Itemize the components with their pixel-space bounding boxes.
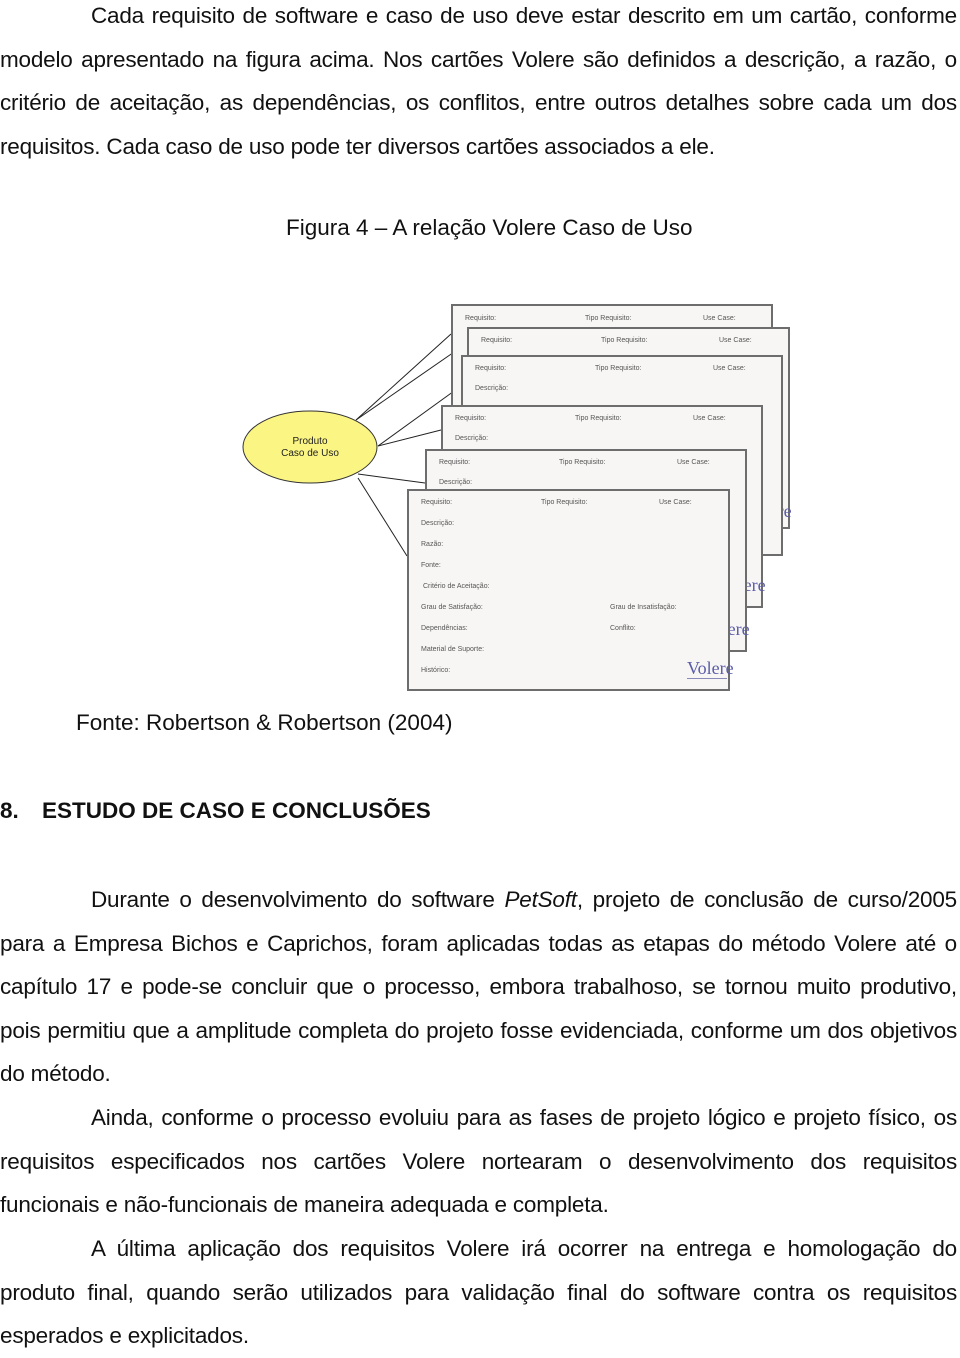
card-field-use-case: Use Case: [713, 365, 746, 372]
card-field-fonte: Fonte: [421, 562, 441, 569]
card-field-use-case: Use Case: [677, 459, 710, 466]
connector-line [355, 333, 452, 421]
connector-line [357, 473, 426, 484]
card-field-tipo: Tipo Requisito: [541, 499, 588, 506]
card-field-tipo: Tipo Requisito: [595, 365, 642, 372]
card-field-requisito: Requisito: [455, 415, 487, 422]
card-field-razao: Razão: [421, 541, 444, 548]
section-heading: 8. ESTUDO DE CASO E CONCLUSÕES [0, 798, 431, 824]
paragraph-design: Ainda, conforme o processo evoluiu para … [0, 1096, 957, 1227]
card-field-use-case: Use Case: [659, 499, 692, 506]
card-field-descricao: Descrição: [475, 385, 509, 392]
paragraph-case-study-text-cont: , projeto de conclusão de curso/2005 par… [0, 887, 957, 1086]
ellipse-label-line2: Caso de Uso [281, 448, 339, 459]
card-field-use-case: Use Case: [693, 415, 726, 422]
paragraph-case-study-text: Durante o desenvolvimento do software [91, 887, 505, 912]
section-title: ESTUDO DE CASO E CONCLUSÕES [42, 798, 431, 823]
card-field-requisito: Requisito: [481, 337, 513, 344]
card-field-descricao: Descrição: [455, 435, 489, 442]
card-field-requisito: Requisito: [475, 365, 507, 372]
paragraph-case-study: Durante o desenvolvimento do software Pe… [0, 878, 957, 1096]
card-field-requisito: Requisito: [465, 315, 497, 322]
section-number: 8. [0, 798, 19, 823]
figure-title: Figura 4 – A relação Volere Caso de Uso [286, 215, 693, 240]
paragraph-intro: Cada requisito de software e caso de uso… [0, 0, 957, 168]
card-field-satisfacao: Grau de Satisfação: [421, 604, 483, 611]
card-field-historico: Histórico: [421, 667, 451, 674]
card-field-tipo: Tipo Requisito: [559, 459, 606, 466]
paragraph-intro-text: Cada requisito de software e caso de uso… [0, 3, 957, 159]
card-field-insatisfacao: Grau de Insatisfação: [610, 604, 677, 611]
paragraph-validation: A última aplicação dos requisitos Volere… [0, 1227, 957, 1358]
volere-card-front: Requisito: Tipo Requisito: Use Case: Des… [407, 489, 734, 691]
card-field-descricao: Descrição: [439, 479, 473, 486]
use-case-ellipse-label: Produto Caso de Uso [262, 436, 358, 460]
card-field-tipo: Tipo Requisito: [575, 415, 622, 422]
card-field-requisito: Requisito: [439, 459, 471, 466]
card-field-conflito: Conflito: [610, 625, 636, 632]
card-field-requisito: Requisito: [421, 499, 453, 506]
card-field-criterio: Critério de Aceitação: [423, 583, 490, 590]
software-name: PetSoft [504, 887, 577, 912]
figure-source: Fonte: Robertson & Robertson (2004) [76, 710, 453, 735]
card-field-use-case: Use Case: [703, 315, 736, 322]
ellipse-label-line1: Produto [292, 436, 328, 447]
card-field-dependencias: Dependências: [421, 625, 468, 632]
card-field-tipo: Tipo Requisito: [601, 337, 648, 344]
volere-logo: Volere [687, 658, 734, 678]
connector-line [377, 429, 442, 447]
card-field-tipo: Tipo Requisito: [585, 315, 632, 322]
paragraph-design-text: Ainda, conforme o processo evoluiu para … [0, 1105, 957, 1217]
connector-line [357, 477, 408, 557]
volere-logo-tagline [687, 678, 727, 679]
card-field-use-case: Use Case: [719, 337, 752, 344]
paragraph-validation-text: A última aplicação dos requisitos Volere… [0, 1236, 957, 1348]
card-field-material: Material de Suporte: [421, 646, 485, 653]
card-field-descricao: Descrição: [421, 520, 455, 527]
